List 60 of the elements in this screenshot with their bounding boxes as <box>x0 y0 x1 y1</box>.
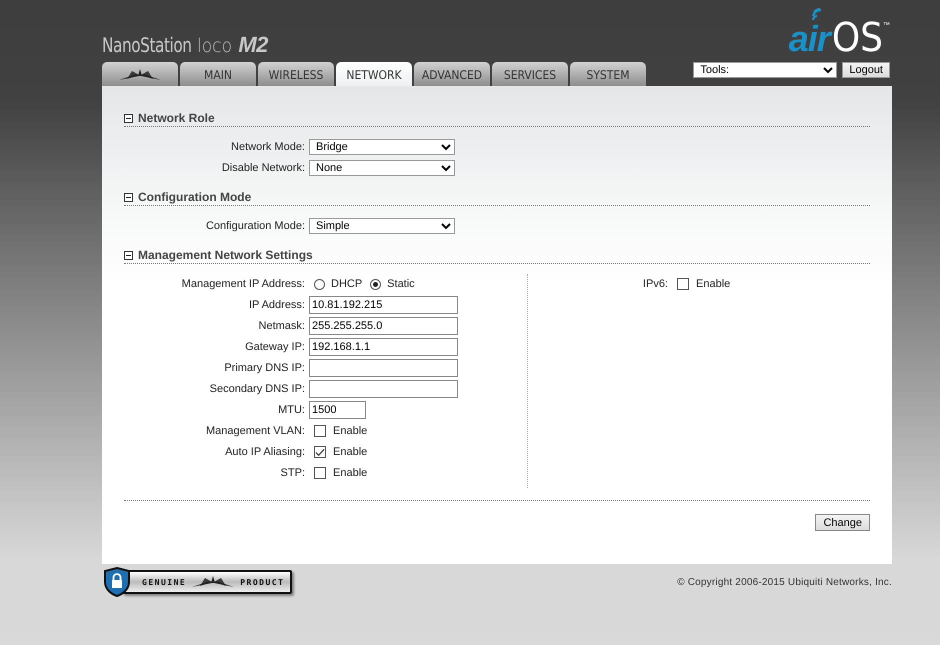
nav-tab[interactable]: ADVANCED <box>414 62 490 86</box>
product-model: loco <box>197 35 232 57</box>
product-version: M2 <box>238 32 268 58</box>
checkbox-label: Enable <box>333 467 368 479</box>
checkbox-label: Enable <box>333 446 368 458</box>
radio-label: Static <box>387 278 415 290</box>
copyright-text: © Copyright 2006-2015 Ubiquiti Networks, Inc. <box>677 576 892 588</box>
field-label: Management VLAN: <box>204 425 306 437</box>
nav-tab[interactable]: WIRELESS <box>258 62 334 86</box>
section-title: Configuration Mode <box>138 190 252 204</box>
collapse-toggle-icon[interactable] <box>124 114 133 122</box>
input-field[interactable]: 255.255.255.0 <box>309 317 458 335</box>
dropdown-select[interactable]: None <box>309 160 455 176</box>
checkbox[interactable] <box>314 425 326 437</box>
field-label: Gateway IP: <box>244 341 306 353</box>
checkbox[interactable] <box>314 467 326 479</box>
field-label: Disable Network: <box>220 162 306 174</box>
change-button[interactable]: Change <box>815 514 870 531</box>
nav-tab[interactable]: MAIN <box>180 62 256 86</box>
nav-tab[interactable]: SYSTEM <box>570 62 646 86</box>
checkbox-label: Enable <box>696 278 730 290</box>
input-field[interactable]: 10.81.192.215 <box>309 296 458 314</box>
field-label: IP Address: <box>248 299 306 311</box>
input-field[interactable] <box>309 380 458 398</box>
field-label: MTU: <box>277 404 306 416</box>
field-label: IPv6: <box>642 278 669 290</box>
field-label: STP: <box>280 467 306 479</box>
field-label: Netmask: <box>258 320 306 332</box>
input-field[interactable]: 192.168.1.1 <box>309 338 458 356</box>
dropdown-select[interactable]: Bridge <box>309 139 455 155</box>
nav-tab[interactable]: SERVICES <box>492 62 568 86</box>
home-tab[interactable] <box>102 62 178 86</box>
checkbox[interactable] <box>314 446 326 458</box>
field-label: Network Mode: <box>230 141 306 153</box>
radio-button[interactable] <box>370 278 382 290</box>
logout-button[interactable]: Logout <box>842 62 890 78</box>
brand-prefix: air <box>788 22 830 56</box>
checkbox-label: Enable <box>333 425 368 437</box>
field-label: Auto IP Aliasing: <box>224 446 306 458</box>
badge-text: GENUINE <box>142 578 186 586</box>
collapse-toggle-icon[interactable] <box>124 192 133 202</box>
radio-button[interactable] <box>314 278 325 290</box>
checkbox[interactable] <box>677 278 689 290</box>
antenna-logo-icon <box>190 575 236 589</box>
brand-suffix: OS <box>832 20 883 56</box>
input-field[interactable] <box>309 359 458 377</box>
section-title: Network Role <box>138 111 215 125</box>
product-name: NanoStation <box>102 33 192 57</box>
field-label: Primary DNS IP: <box>223 362 306 374</box>
badge-text: PRODUCT <box>240 578 284 586</box>
input-field[interactable]: 1500 <box>309 401 366 419</box>
section-title: Management Network Settings <box>138 248 313 262</box>
field-label: Secondary DNS IP: <box>208 383 306 395</box>
radio-label: DHCP <box>331 278 362 290</box>
field-label: Configuration Mode: <box>204 220 306 232</box>
tools-select[interactable]: Tools: <box>693 62 838 78</box>
collapse-toggle-icon[interactable] <box>124 250 133 260</box>
nav-tab[interactable]: NETWORK <box>336 62 412 86</box>
dropdown-select[interactable]: Simple <box>309 218 455 234</box>
field-label: Management IP Address: <box>180 278 306 290</box>
